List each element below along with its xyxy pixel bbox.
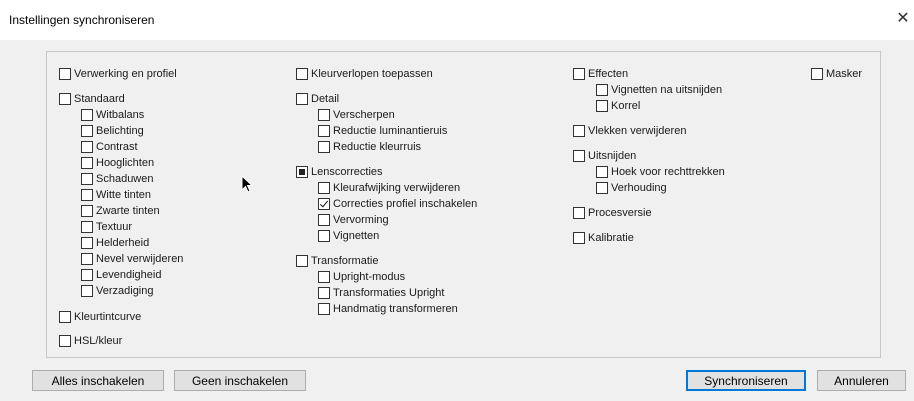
checkbox-icon — [81, 221, 93, 233]
checkbox-icon — [318, 287, 330, 299]
checkbox-icon — [318, 303, 330, 315]
checkbox-icon — [596, 182, 608, 194]
title-bar: Instellingen synchroniseren ✕ — [0, 0, 914, 40]
checkbox-correcties-profiel-inschakelen[interactable]: Correcties profiel inschakelen — [318, 197, 477, 211]
checkbox-hsl-kleur[interactable]: HSL/kleur — [59, 334, 122, 348]
checkbox-icon — [81, 253, 93, 265]
checkbox-belichting[interactable]: Belichting — [81, 124, 144, 138]
checkbox-transformaties-upright[interactable]: Transformaties Upright — [318, 286, 444, 300]
checkbox-korrel[interactable]: Korrel — [596, 99, 640, 113]
checkbox-lenscorrecties[interactable]: Lenscorrecties — [296, 165, 383, 179]
checkbox-hooglichten[interactable]: Hooglichten — [81, 156, 154, 170]
checkbox-icon — [318, 214, 330, 226]
checkbox-textuur[interactable]: Textuur — [81, 220, 132, 234]
checkbox-icon — [318, 125, 330, 137]
checkbox-helderheid[interactable]: Helderheid — [81, 236, 149, 250]
checkbox-verscherpen[interactable]: Verscherpen — [318, 108, 395, 122]
checkbox-witbalans[interactable]: Witbalans — [81, 108, 144, 122]
synchronize-button[interactable]: Synchroniseren — [686, 370, 806, 391]
checkbox-icon — [59, 68, 71, 80]
checkbox-icon — [318, 109, 330, 121]
checkbox-icon — [81, 109, 93, 121]
checkbox-icon — [318, 182, 330, 194]
checkbox-schaduwen[interactable]: Schaduwen — [81, 172, 154, 186]
checkbox-detail[interactable]: Detail — [296, 92, 339, 106]
checkbox-reductie-luminantieruis[interactable]: Reductie luminantieruis — [318, 124, 447, 138]
checkbox-icon — [296, 68, 308, 80]
checkbox-icon — [596, 166, 608, 178]
checkbox-icon — [81, 125, 93, 137]
checkbox-upright-modus[interactable]: Upright-modus — [318, 270, 405, 284]
checkbox-levendigheid[interactable]: Levendigheid — [81, 268, 161, 282]
checkbox-procesversie[interactable]: Procesversie — [573, 206, 652, 220]
checkbox-verwerking-en-profiel[interactable]: Verwerking en profiel — [59, 67, 177, 81]
checkbox-icon — [59, 93, 71, 105]
checkbox-handmatig-transformeren[interactable]: Handmatig transformeren — [318, 302, 458, 316]
checkbox-icon — [318, 230, 330, 242]
checkbox-icon — [81, 189, 93, 201]
checkbox-verhouding[interactable]: Verhouding — [596, 181, 667, 195]
checkbox-vervorming[interactable]: Vervorming — [318, 213, 389, 227]
checkbox-icon — [318, 141, 330, 153]
checkbox-kleurverlopen-toepassen[interactable]: Kleurverlopen toepassen — [296, 67, 433, 81]
checkbox-icon — [811, 68, 823, 80]
enable-none-button[interactable]: Geen inschakelen — [174, 370, 306, 391]
checkbox-zwarte-tinten[interactable]: Zwarte tinten — [81, 204, 160, 218]
checkbox-icon — [573, 150, 585, 162]
checkbox-icon — [81, 269, 93, 281]
close-icon[interactable]: ✕ — [893, 9, 913, 29]
checkbox-icon — [573, 68, 585, 80]
cancel-button[interactable]: Annuleren — [817, 370, 906, 391]
enable-all-button[interactable]: Alles inschakelen — [32, 370, 164, 391]
checkbox-hoek-voor-rechttrekken[interactable]: Hoek voor rechttrekken — [596, 165, 725, 179]
checkbox-kleurtintcurve[interactable]: Kleurtintcurve — [59, 310, 141, 324]
checkbox-uitsnijden[interactable]: Uitsnijden — [573, 149, 636, 163]
checkbox-icon — [573, 207, 585, 219]
checkbox-icon — [59, 311, 71, 323]
checkbox-vignetten[interactable]: Vignetten — [318, 229, 379, 243]
checkbox-reductie-kleurruis[interactable]: Reductie kleurruis — [318, 140, 421, 154]
checkbox-icon — [318, 271, 330, 283]
checkbox-icon — [573, 125, 585, 137]
checkbox-verzadiging[interactable]: Verzadiging — [81, 284, 154, 298]
checkbox-icon — [81, 173, 93, 185]
checkbox-icon — [296, 93, 308, 105]
checkbox-kalibratie[interactable]: Kalibratie — [573, 231, 634, 245]
checkbox-icon — [81, 237, 93, 249]
checkmark-icon — [318, 198, 330, 210]
checkbox-icon — [81, 157, 93, 169]
checkbox-icon — [596, 100, 608, 112]
checkbox-nevel-verwijderen[interactable]: Nevel verwijderen — [81, 252, 183, 266]
checkbox-transformatie[interactable]: Transformatie — [296, 254, 378, 268]
checkbox-effecten[interactable]: Effecten — [573, 67, 628, 81]
checkbox-kleurafwijking-verwijderen[interactable]: Kleurafwijking verwijderen — [318, 181, 460, 195]
checkbox-vlekken-verwijderen[interactable]: Vlekken verwijderen — [573, 124, 686, 138]
checkbox-standaard[interactable]: Standaard — [59, 92, 125, 106]
dialog-title: Instellingen synchroniseren — [9, 13, 155, 27]
checkbox-masker[interactable]: Masker — [811, 67, 862, 81]
checkbox-icon — [573, 232, 585, 244]
checkbox-contrast[interactable]: Contrast — [81, 140, 138, 154]
checkbox-icon — [59, 335, 71, 347]
checkbox-icon — [596, 84, 608, 96]
checkbox-icon — [81, 205, 93, 217]
checkbox-icon — [296, 255, 308, 267]
checkbox-witte-tinten[interactable]: Witte tinten — [81, 188, 151, 202]
checkbox-icon — [81, 285, 93, 297]
mouse-pointer-icon — [241, 175, 254, 193]
checkbox-vignetten-na-uitsnijden[interactable]: Vignetten na uitsnijden — [596, 83, 722, 97]
checkbox-icon — [81, 141, 93, 153]
checkbox-mixed-icon — [296, 166, 308, 178]
